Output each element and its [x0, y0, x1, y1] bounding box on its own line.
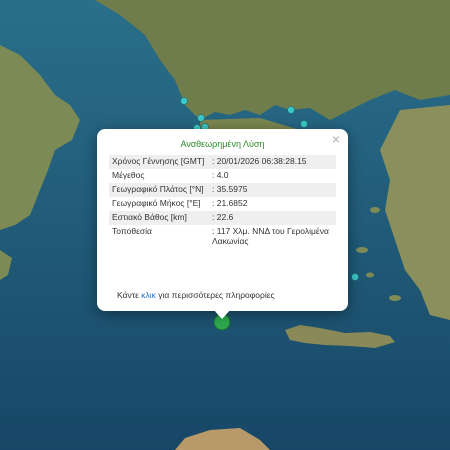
- origin-time-label: Χρόνος Γέννησης [GMT]: [109, 155, 209, 169]
- earthquake-marker[interactable]: [197, 114, 205, 122]
- earthquake-marker[interactable]: [180, 97, 188, 105]
- table-row: Μέγεθος : 4.0: [109, 169, 336, 183]
- earthquake-info-popup: × Αναθεωρημένη Λύση Χρόνος Γέννησης [GMT…: [97, 129, 348, 311]
- earthquake-marker[interactable]: [287, 106, 295, 114]
- longitude-value: : 21.6852: [212, 198, 248, 208]
- more-info-suffix: για περισσότερες πληροφορίες: [155, 290, 275, 300]
- table-row: Εστιακό Βάθος [km] : 22.6: [109, 211, 336, 225]
- earthquake-marker[interactable]: [300, 120, 308, 128]
- popup-pointer: [213, 309, 231, 319]
- more-info-prefix: Κάντε: [117, 290, 142, 300]
- latitude-value: : 35.5975: [209, 183, 336, 197]
- more-info-link[interactable]: κλικ: [141, 290, 156, 300]
- land-island: [370, 207, 380, 213]
- location-value: : 117 Χλμ. ΝΝΔ του Γερολιμένα Λακωνίας: [212, 226, 329, 246]
- more-info-text: Κάντε κλικ για περισσότερες πληροφορίες: [117, 290, 275, 300]
- earthquake-info-table: Χρόνος Γέννησης [GMT] : 20/01/2026 06:38…: [109, 155, 336, 247]
- table-row: Τοποθεσία : 117 Χλμ. ΝΝΔ του Γερολιμένα …: [109, 225, 336, 247]
- land-island: [389, 295, 401, 301]
- depth-label: Εστιακό Βάθος [km]: [109, 211, 209, 225]
- earthquake-marker[interactable]: [351, 273, 359, 281]
- origin-time-value: : 20/01/2026 06:38:28.15: [209, 155, 336, 169]
- table-row: Χρόνος Γέννησης [GMT] : 20/01/2026 06:38…: [109, 155, 336, 169]
- latitude-label: Γεωγραφικό Πλάτος [°N]: [109, 183, 209, 197]
- depth-value: : 22.6: [209, 211, 336, 225]
- table-row: Γεωγραφικό Μήκος [°E] : 21.6852: [109, 197, 336, 211]
- magnitude-value: : 4.0: [212, 170, 229, 180]
- popup-title: Αναθεωρημένη Λύση: [180, 139, 265, 149]
- land-island: [366, 272, 374, 278]
- location-label: Τοποθεσία: [112, 226, 152, 236]
- magnitude-label: Μέγεθος: [112, 170, 145, 180]
- land-island: [356, 247, 368, 253]
- table-row: Γεωγραφικό Πλάτος [°N] : 35.5975: [109, 183, 336, 197]
- longitude-label: Γεωγραφικό Μήκος [°E]: [112, 198, 201, 208]
